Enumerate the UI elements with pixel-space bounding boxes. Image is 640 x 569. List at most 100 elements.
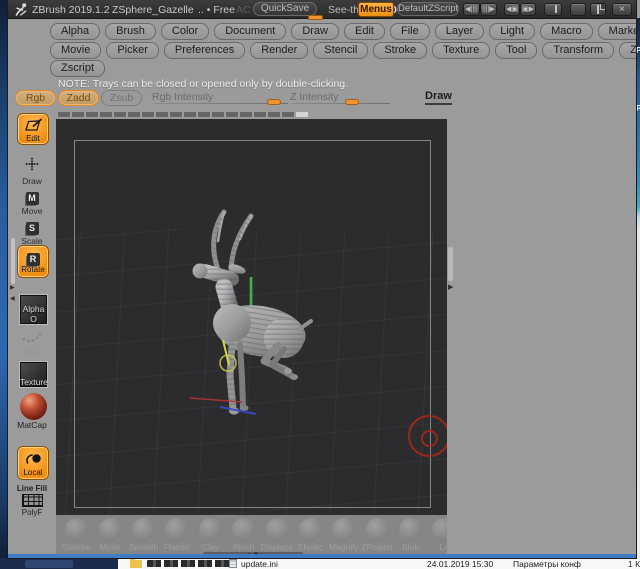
rgb-toggle[interactable]: Rgb: [15, 90, 56, 106]
scale-mode-button[interactable]: S Scale: [8, 218, 56, 246]
quicksave-button[interactable]: QuickSave: [253, 2, 317, 16]
stroke-dots-button[interactable]: Dots: [8, 328, 56, 358]
tray-scroll-right-button[interactable]: ||||▶: [480, 3, 497, 16]
file-date: 24.01.2019 15:30: [427, 559, 494, 569]
folder-icon: [130, 558, 142, 568]
menu-button[interactable]: Movie: [50, 42, 102, 59]
menu-button[interactable]: Picker: [106, 42, 159, 59]
menu-row-3: Zscript: [50, 60, 110, 77]
lock-button[interactable]: [544, 3, 562, 16]
move-mode-button[interactable]: M Move: [8, 188, 56, 216]
menu-button[interactable]: Tool: [495, 42, 538, 59]
brush-item[interactable]: Flatten: [160, 517, 193, 558]
taskbar-button[interactable]: [25, 560, 73, 568]
menu-button[interactable]: Edit: [344, 23, 385, 40]
restore-button[interactable]: [590, 3, 606, 16]
menu-button[interactable]: File: [389, 23, 430, 40]
menu-button[interactable]: Transform: [542, 42, 615, 59]
right-tray[interactable]: ▶: [447, 110, 636, 558]
brush-item[interactable]: Magnify: [327, 517, 360, 558]
right-divider-arrow-icon[interactable]: ▶: [448, 284, 453, 291]
menu-button[interactable]: Macro: [540, 23, 593, 40]
menu-button[interactable]: Preferences: [163, 42, 246, 59]
menu-button[interactable]: Zscript: [50, 60, 105, 77]
polyf-label[interactable]: PolyF: [8, 508, 56, 517]
brush-thumbnail-icon: [232, 518, 256, 541]
brush-item[interactable]: Move: [93, 517, 126, 558]
zsphere-gazelle-model[interactable]: [180, 195, 320, 425]
background-window-left-strip: [0, 0, 8, 569]
rgb-intensity-label: Rgb Intensity: [152, 91, 214, 103]
right-divider-scrollbar[interactable]: [448, 247, 453, 281]
z-intensity-label: Z Intensity: [290, 91, 339, 103]
brush-thumbnail-icon: [65, 518, 89, 541]
brush-item[interactable]: Blob: [394, 517, 427, 558]
divider-arrow-left-icon[interactable]: ◀: [10, 296, 15, 302]
brush-thumbnail-icon: [165, 518, 189, 541]
close-button[interactable]: ×: [612, 3, 632, 16]
app-title: ZBrush 2019.1.2: [32, 4, 110, 16]
rotate-icon: R: [26, 252, 40, 266]
menu-button[interactable]: Stencil: [313, 42, 369, 59]
file-name[interactable]: update.ini: [241, 559, 278, 569]
menu-button[interactable]: Texture: [432, 42, 491, 59]
menu-button[interactable]: Light: [489, 23, 536, 40]
file-type: Параметры конф: [513, 559, 581, 569]
menu-button[interactable]: Brush: [105, 23, 156, 40]
texture-swatch[interactable]: Texture: [19, 361, 48, 388]
zadd-toggle[interactable]: Zadd: [58, 90, 99, 106]
rotate-mode-button[interactable]: R Rotate: [17, 245, 49, 278]
menu-button[interactable]: Color: [160, 23, 210, 40]
dots-stroke-icon: [22, 333, 42, 343]
cutoff-label: P: [636, 104, 640, 113]
menu-button[interactable]: Zplugin: [619, 42, 636, 59]
z-intensity-slider[interactable]: [292, 103, 390, 104]
default-zscript-button[interactable]: DefaultZScript: [397, 2, 459, 16]
menu-button[interactable]: Marker: [597, 23, 636, 40]
menu-button[interactable]: Draw: [291, 23, 339, 40]
menu-button[interactable]: Render: [250, 42, 309, 59]
brush-thumbnail-icon: [298, 518, 322, 541]
divider-arrow-right-icon[interactable]: ▶: [10, 285, 15, 291]
cutoff-label: P: [636, 46, 640, 55]
draw-size-label[interactable]: Draw: [425, 90, 452, 105]
canvas-page-segments[interactable]: [58, 112, 308, 117]
polyframe-grid-icon[interactable]: [22, 494, 43, 507]
document-title: ZSphere_Gazelle: [112, 4, 194, 16]
minimize-button[interactable]: [570, 3, 586, 16]
titlebar: ZBrush 2019.1.2 ZSphere_Gazelle .. • Fre…: [8, 0, 636, 20]
menu-button[interactable]: Layer: [434, 23, 485, 40]
rotation-target-widget[interactable]: [408, 415, 447, 457]
scale-icon: S: [25, 221, 39, 235]
local-icon: [26, 454, 41, 464]
z-intensity-handle[interactable]: [345, 99, 359, 105]
menu-button[interactable]: Alpha: [50, 23, 101, 40]
brush-item[interactable]: ZProject: [361, 517, 394, 558]
brush-item[interactable]: Smooth: [127, 517, 160, 558]
background-window-right-strip: P P: [636, 18, 640, 558]
menu-button[interactable]: Document: [214, 23, 287, 40]
matcap-material-sphere[interactable]: [20, 393, 47, 420]
tray-scroll-left-button[interactable]: ◀||||: [463, 3, 480, 16]
edit-mode-button[interactable]: Edit: [17, 113, 49, 145]
see-through-slider-handle[interactable]: [308, 15, 323, 20]
brush-thumbnail-icon: [399, 518, 423, 541]
alpha-swatch[interactable]: Alpha O: [19, 294, 48, 325]
brush-thumbnail-icon: [198, 518, 222, 541]
left-shelf: Edit Draw M Move S Scale R Rotate ▶ ◀ Al…: [8, 110, 56, 558]
rgb-intensity-handle[interactable]: [267, 99, 281, 105]
local-symmetry-button[interactable]: Local: [17, 446, 49, 480]
edit-pen-icon: [24, 118, 42, 131]
menus-toggle-button[interactable]: Menus: [358, 2, 394, 17]
draw-mode-button[interactable]: Draw: [8, 157, 56, 186]
viewport-canvas[interactable]: [56, 119, 447, 515]
zsub-toggle[interactable]: Zsub: [101, 90, 142, 106]
prev-document-button[interactable]: ◀▣: [504, 3, 520, 16]
rotation-target-inner-ring: [421, 430, 438, 447]
left-divider-scrollbar[interactable]: [11, 238, 15, 284]
brush-item[interactable]: La: [427, 517, 447, 558]
brush-item[interactable]: Standar: [60, 517, 93, 558]
menu-button[interactable]: Stroke: [373, 42, 428, 59]
move-icon: M: [25, 191, 39, 205]
next-document-button[interactable]: ▣▶: [520, 3, 536, 16]
